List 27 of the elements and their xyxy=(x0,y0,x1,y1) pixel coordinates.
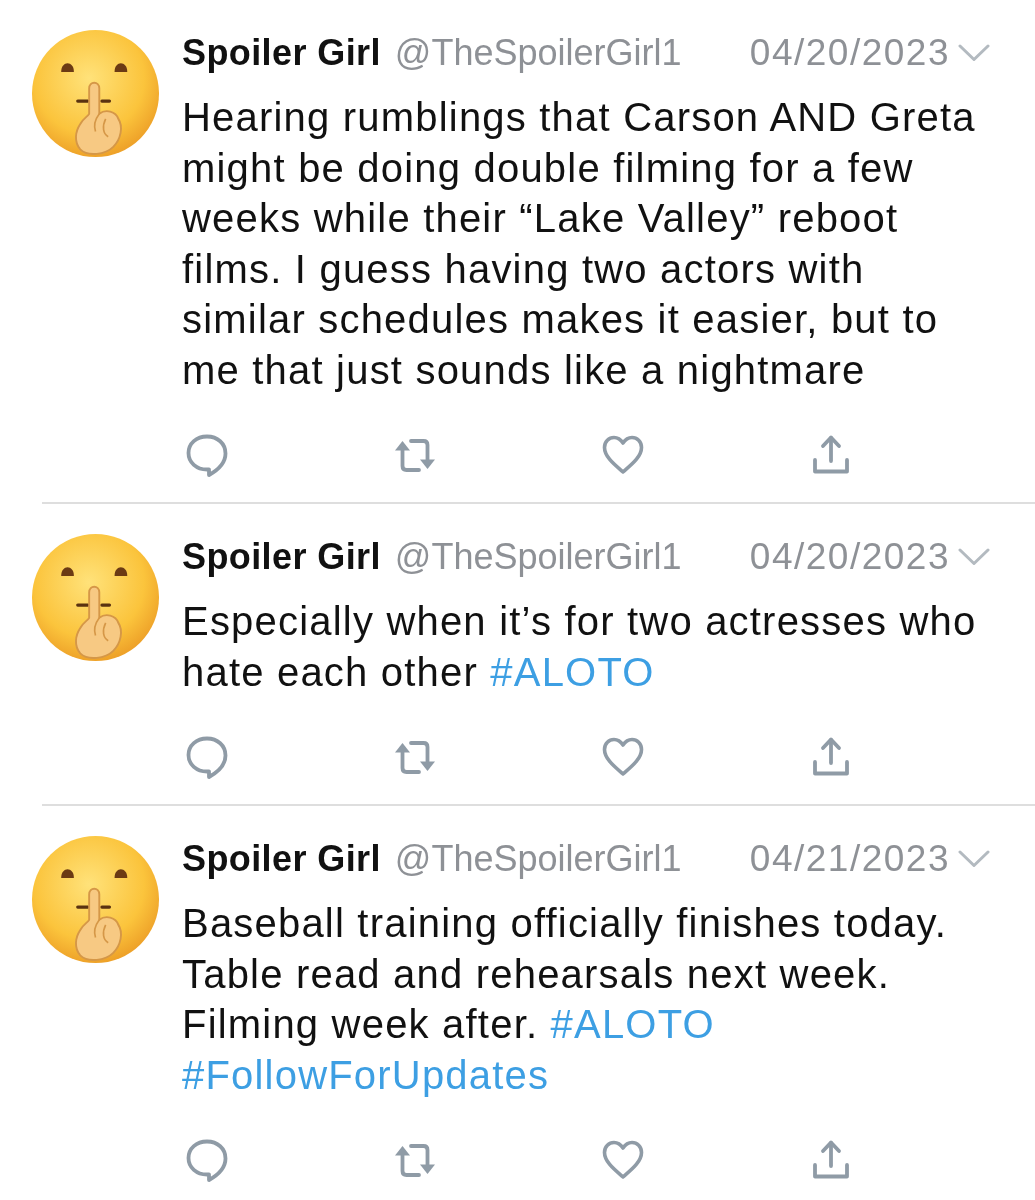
tweet-text: Especially when it’s for two actresses who hate each other #ALOTO xyxy=(182,598,978,696)
display-name: Spoiler Girl xyxy=(182,838,381,880)
hashtag-link[interactable]: #ALOTO xyxy=(490,649,655,694)
tweet-date: 04/20/2023 xyxy=(749,536,950,578)
chevron-down-icon xyxy=(958,548,990,566)
more-options-button[interactable] xyxy=(958,850,990,868)
display-name: Spoiler Girl xyxy=(182,32,381,74)
speech-bubble-icon xyxy=(185,1138,229,1182)
more-options-button[interactable] xyxy=(958,548,990,566)
user-handle: @TheSpoilerGirl1 xyxy=(394,838,682,880)
shushing-face-icon[interactable] xyxy=(32,534,159,661)
hashtag-link[interactable]: #FollowForUpdates xyxy=(182,1052,550,1097)
speech-bubble-icon xyxy=(185,433,229,477)
chevron-down-icon xyxy=(958,850,990,868)
speech-bubble-icon xyxy=(185,735,229,779)
tweet-date: 04/20/2023 xyxy=(749,32,950,74)
chevron-down-icon xyxy=(958,44,990,62)
shushing-face-icon[interactable] xyxy=(32,30,159,157)
tweet-date: 04/21/2023 xyxy=(749,838,950,880)
shushing-face-icon[interactable] xyxy=(32,836,159,963)
tweet-text: Baseball training officially finishes today. Table read and rehearsals next week. Filming week after. #ALOTO #FollowForUpdates xyxy=(182,900,949,1099)
tweet-text: Hearing rumblings that Carson AND Greta might be doing double filming for a few weeks while their “Lake Valley” reboot films. I guess having two actors with similar schedules makes it easier, but to me that just sounds like a nightmare xyxy=(182,94,977,394)
more-options-button[interactable] xyxy=(958,44,990,62)
user-handle: @TheSpoilerGirl1 xyxy=(394,32,682,74)
hashtag-link[interactable]: #ALOTO xyxy=(550,1002,715,1046)
display-name: Spoiler Girl xyxy=(182,536,381,578)
user-handle: @TheSpoilerGirl1 xyxy=(394,536,682,578)
